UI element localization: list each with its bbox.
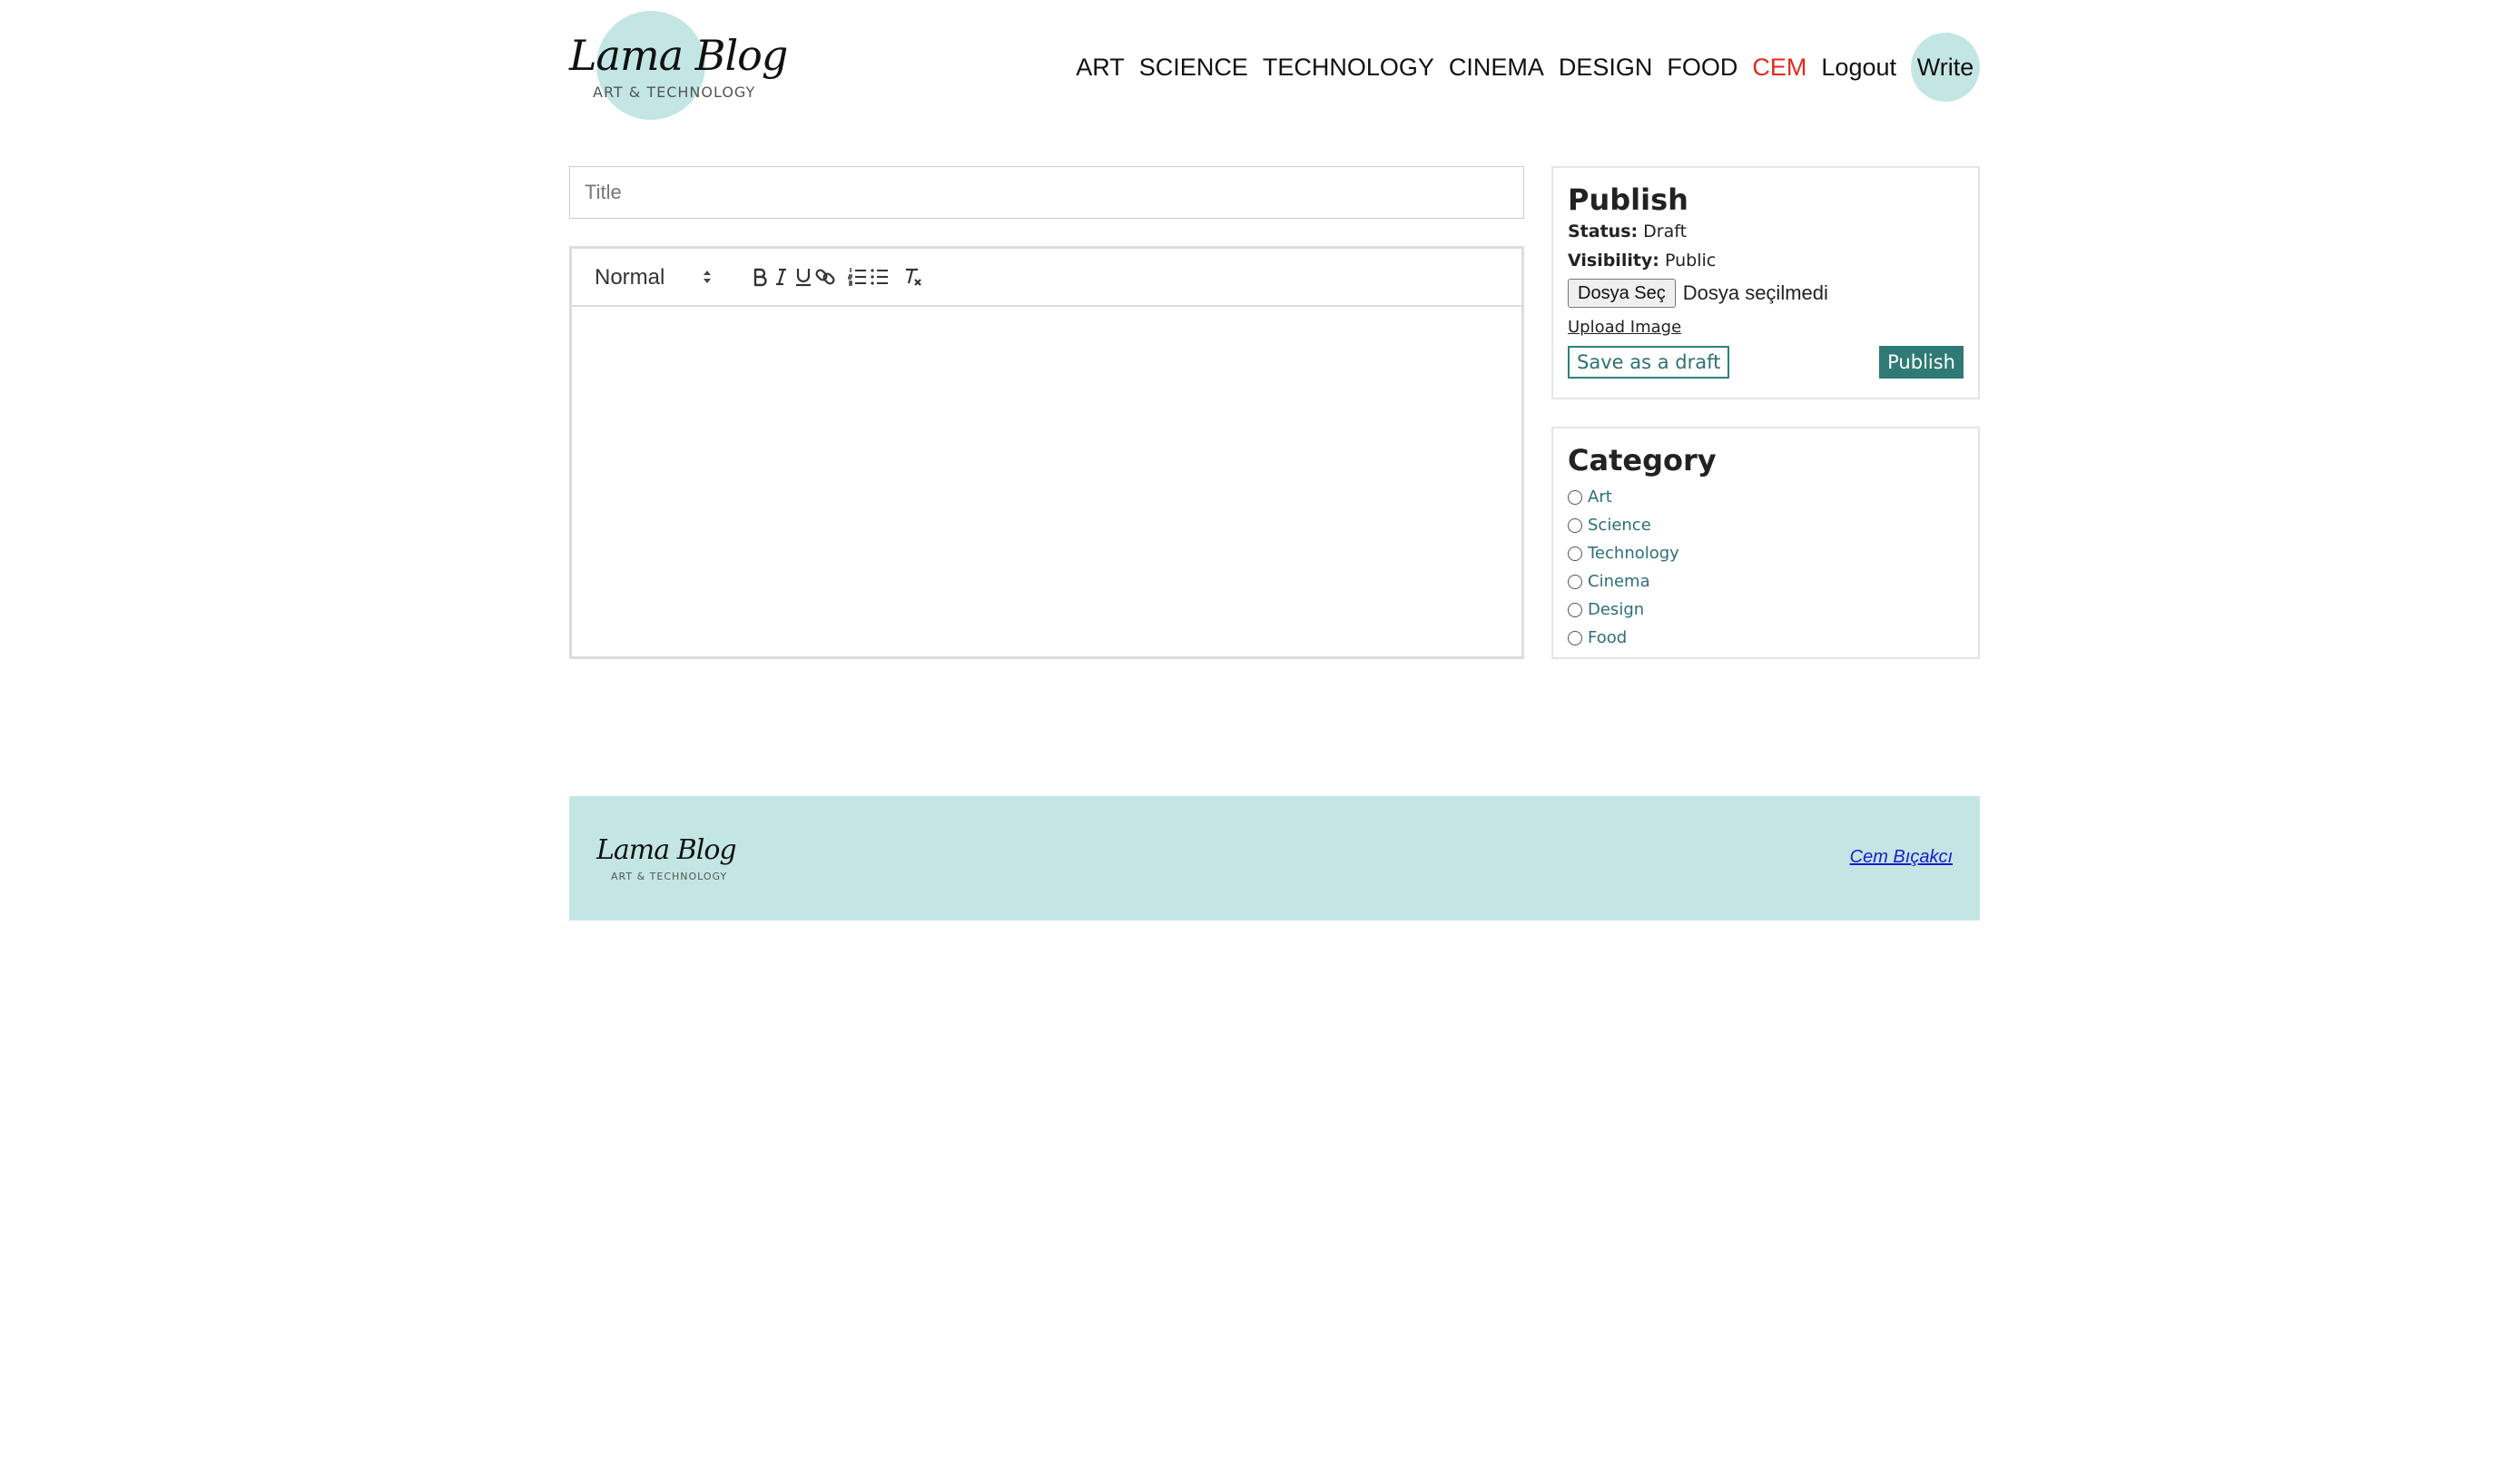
link-icon	[815, 269, 835, 285]
category-radio[interactable]	[1568, 546, 1582, 561]
publish-button[interactable]: Publish	[1879, 346, 1964, 379]
category-label[interactable]: Cinema	[1588, 572, 1650, 591]
category-label[interactable]: Art	[1588, 487, 1612, 507]
status-label: Status:	[1568, 222, 1639, 241]
nav-link-art[interactable]: ART	[1076, 54, 1125, 82]
title-input[interactable]	[569, 166, 1524, 219]
category-option-technology[interactable]: Technology	[1568, 539, 1964, 567]
visibility-value: Public	[1664, 251, 1717, 271]
logout-link[interactable]: Logout	[1821, 54, 1896, 82]
select-arrows-icon	[704, 271, 711, 283]
visibility-label: Visibility:	[1568, 251, 1659, 271]
nav-link-design[interactable]: DESIGN	[1559, 54, 1653, 82]
category-list: Art Science Technology Cinema Design Foo…	[1568, 483, 1964, 652]
category-option-food[interactable]: Food	[1568, 624, 1964, 652]
nav-link-food[interactable]: FOOD	[1667, 54, 1737, 82]
category-label[interactable]: Food	[1588, 628, 1627, 647]
save-draft-button[interactable]: Save as a draft	[1568, 346, 1730, 379]
logo-tagline: ART & TECHNOLOGY	[593, 84, 756, 101]
choose-file-button[interactable]: Dosya Seç	[1568, 279, 1676, 308]
footer: Lama Blog ART & TECHNOLOGY Cem Bıçakcı	[569, 796, 1980, 921]
category-option-cinema[interactable]: Cinema	[1568, 567, 1964, 596]
link-button[interactable]	[810, 261, 841, 292]
category-label[interactable]: Science	[1588, 516, 1651, 535]
category-radio[interactable]	[1568, 630, 1582, 645]
heading-select-label: Normal	[595, 265, 665, 290]
footer-logo: Lama Blog ART & TECHNOLOGY	[596, 834, 737, 889]
publish-title: Publish	[1568, 182, 1688, 217]
category-label[interactable]: Technology	[1588, 544, 1679, 563]
footer-logo-tagline: ART & TECHNOLOGY	[611, 871, 728, 882]
bullet-list-button[interactable]	[864, 261, 895, 292]
category-panel: Category Art Science Technology Cinema D…	[1551, 427, 1980, 659]
category-title: Category	[1568, 443, 1717, 478]
bullet-list-icon	[871, 269, 888, 285]
footer-author-link[interactable]: Cem Bıçakcı	[1850, 847, 1953, 868]
category-radio[interactable]	[1568, 517, 1582, 533]
category-radio[interactable]	[1568, 602, 1582, 617]
editor-body[interactable]	[572, 307, 1521, 656]
nav-link-science[interactable]: SCIENCE	[1139, 54, 1248, 82]
logo[interactable]: Lama Blog ART & TECHNOLOGY	[569, 9, 788, 123]
clear-format-icon	[906, 268, 921, 286]
file-status: Dosya seçilmedi	[1682, 281, 1828, 304]
nav-user-name[interactable]: CEM	[1752, 54, 1806, 82]
visibility-row: Visibility: Public	[1568, 246, 1964, 275]
category-radio[interactable]	[1568, 574, 1582, 589]
category-option-art[interactable]: Art	[1568, 483, 1964, 511]
navbar: Lama Blog ART & TECHNOLOGY ART SCIENCE T…	[569, 0, 1980, 136]
write-wrap: Write	[1911, 33, 1980, 102]
status-row: Status: Draft	[1568, 217, 1964, 246]
category-option-design[interactable]: Design	[1568, 596, 1964, 624]
nav-link-cinema[interactable]: CINEMA	[1449, 54, 1544, 82]
category-radio[interactable]	[1568, 489, 1582, 505]
upload-image-link[interactable]: Upload Image	[1568, 315, 1964, 340]
file-input: Dosya Seç Dosya seçilmedi	[1568, 279, 1964, 308]
category-option-science[interactable]: Science	[1568, 511, 1964, 539]
footer-logo-name: Lama Blog	[596, 834, 737, 866]
editor-toolbar: Normal	[572, 249, 1521, 307]
rich-text-editor: Normal	[569, 246, 1524, 659]
publish-actions: Save as a draft Publish	[1568, 346, 1964, 382]
heading-select[interactable]: Normal	[595, 261, 713, 292]
clear-format-button[interactable]	[897, 261, 928, 292]
nav-links: ART SCIENCE TECHNOLOGY CINEMA DESIGN FOO…	[1061, 33, 1980, 102]
write-link[interactable]: Write	[1911, 33, 1980, 102]
nav-link-technology[interactable]: TECHNOLOGY	[1263, 54, 1434, 82]
status-value: Draft	[1643, 222, 1688, 241]
logo-name: Lama Blog	[569, 31, 788, 80]
publish-panel: Publish Status: Draft Visibility: Public…	[1551, 166, 1980, 399]
category-label[interactable]: Design	[1588, 600, 1644, 619]
